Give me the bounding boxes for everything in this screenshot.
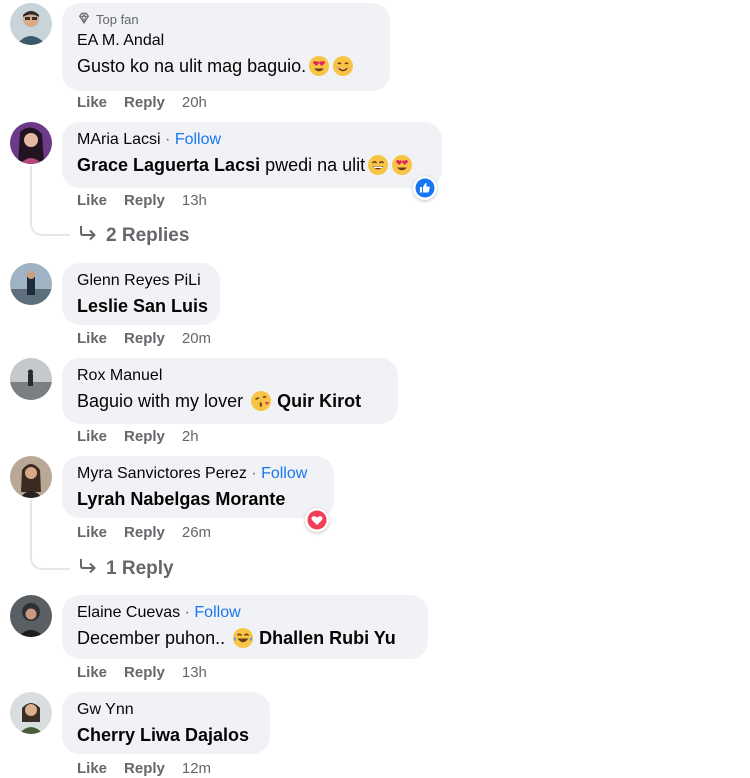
comment-actions: Like Reply 26m [77,524,211,541]
like-button[interactable]: Like [77,760,107,777]
separator-dot: · [251,465,262,482]
comment-bubble: Myra Sanvictores Perez · Follow Lyrah Na… [62,456,334,518]
avatar[interactable] [10,263,52,305]
replies-count: 2 Replies [106,225,190,246]
comment-bubble: Rox Manuel Baguio with my lover Quir Kir… [62,358,398,424]
like-reaction-icon[interactable] [413,176,437,200]
timestamp[interactable]: 13h [182,192,207,209]
timestamp[interactable]: 12m [182,760,211,777]
tagged-user[interactable]: Leslie San Luis [77,294,208,318]
follow-button[interactable]: Follow [175,131,221,148]
follow-button[interactable]: Follow [194,604,240,621]
reply-button[interactable]: Reply [124,94,165,111]
comment-text: Gusto ko na ulit mag baguio. [77,56,307,76]
like-button[interactable]: Like [77,664,107,681]
reply-button[interactable]: Reply [124,192,165,209]
comment-actions: Like Reply 12m [77,760,211,777]
commenter-name[interactable]: Myra Sanvictores Perez [77,465,247,482]
reply-arrow-icon [78,224,98,248]
comment-bubble: Glenn Reyes PiLi Leslie San Luis [62,263,220,325]
avatar[interactable] [10,358,52,400]
comment-text: December puhon.. [77,628,231,648]
separator-dot: · [165,131,175,148]
tagged-user[interactable]: Dhallen Rubi Yu [259,626,396,650]
timestamp[interactable]: 26m [182,524,211,541]
timestamp[interactable]: 20m [182,330,211,347]
avatar[interactable] [10,3,52,45]
diamond-icon [77,11,91,28]
follow-button[interactable]: Follow [261,465,307,482]
commenter-name[interactable]: Rox Manuel [77,367,162,384]
thread-line [30,166,32,212]
comment-actions: Like Reply 20m [77,330,211,347]
commenter-name[interactable]: MAria Lacsi [77,131,161,148]
like-button[interactable]: Like [77,524,107,541]
thread-line [30,500,32,546]
commenter-name[interactable]: Glenn Reyes PiLi [77,272,201,289]
grin-emoji [367,154,389,176]
reply-arrow-icon [78,557,98,581]
comment-bubble: Gw Ynn Cherry Liwa Dajalos [62,692,270,754]
separator-dot: · [184,604,195,621]
tagged-user[interactable]: Lyrah Nabelgas Morante [77,487,285,511]
laugh-tears-emoji [232,627,254,649]
reply-button[interactable]: Reply [124,664,165,681]
comment-bubble: MAria Lacsi · Follow Grace Laguerta Lacs… [62,122,442,188]
avatar[interactable] [10,456,52,498]
like-button[interactable]: Like [77,192,107,209]
top-fan-badge: Top fan [77,11,376,28]
thread-connector [30,212,70,236]
commenter-name[interactable]: Elaine Cuevas [77,604,180,621]
thread-connector [30,546,70,570]
smile-emoji [332,55,354,77]
comment-text: Baguio with my lover [77,391,249,411]
timestamp[interactable]: 2h [182,428,199,445]
timestamp[interactable]: 13h [182,664,207,681]
like-button[interactable]: Like [77,94,107,111]
avatar[interactable] [10,122,52,164]
view-replies-button[interactable]: 1 Reply [78,557,174,581]
commenter-name[interactable]: Gw Ynn [77,701,134,718]
love-reaction-icon[interactable] [305,508,329,532]
tagged-user[interactable]: Grace Laguerta Lacsi [77,153,260,177]
avatar[interactable] [10,692,52,734]
tagged-user[interactable]: Quir Kirot [277,389,361,413]
reply-button[interactable]: Reply [124,330,165,347]
comment-actions: Like Reply 20h [77,94,207,111]
comment-actions: Like Reply 2h [77,428,199,445]
comment-bubble: Elaine Cuevas · Follow December puhon.. … [62,595,428,659]
heart-eyes-emoji [308,55,330,77]
heart-eyes-emoji [391,154,413,176]
comment-actions: Like Reply 13h [77,192,207,209]
tagged-user[interactable]: Cherry Liwa Dajalos [77,723,249,747]
kiss-emoji [250,390,272,412]
like-button[interactable]: Like [77,428,107,445]
comment-bubble: Top fan EA M. Andal Gusto ko na ulit mag… [62,3,390,91]
comment-text: pwedi na ulit [260,155,366,175]
reply-button[interactable]: Reply [124,760,165,777]
view-replies-button[interactable]: 2 Replies [78,224,189,248]
top-fan-label: Top fan [96,12,139,27]
reply-button[interactable]: Reply [124,524,165,541]
timestamp[interactable]: 20h [182,94,207,111]
commenter-name[interactable]: EA M. Andal [77,32,164,49]
reply-button[interactable]: Reply [124,428,165,445]
comment-actions: Like Reply 13h [77,664,207,681]
like-button[interactable]: Like [77,330,107,347]
avatar[interactable] [10,595,52,637]
replies-count: 1 Reply [106,558,174,579]
comments-feed: Top fan EA M. Andal Gusto ko na ulit mag… [0,0,750,778]
